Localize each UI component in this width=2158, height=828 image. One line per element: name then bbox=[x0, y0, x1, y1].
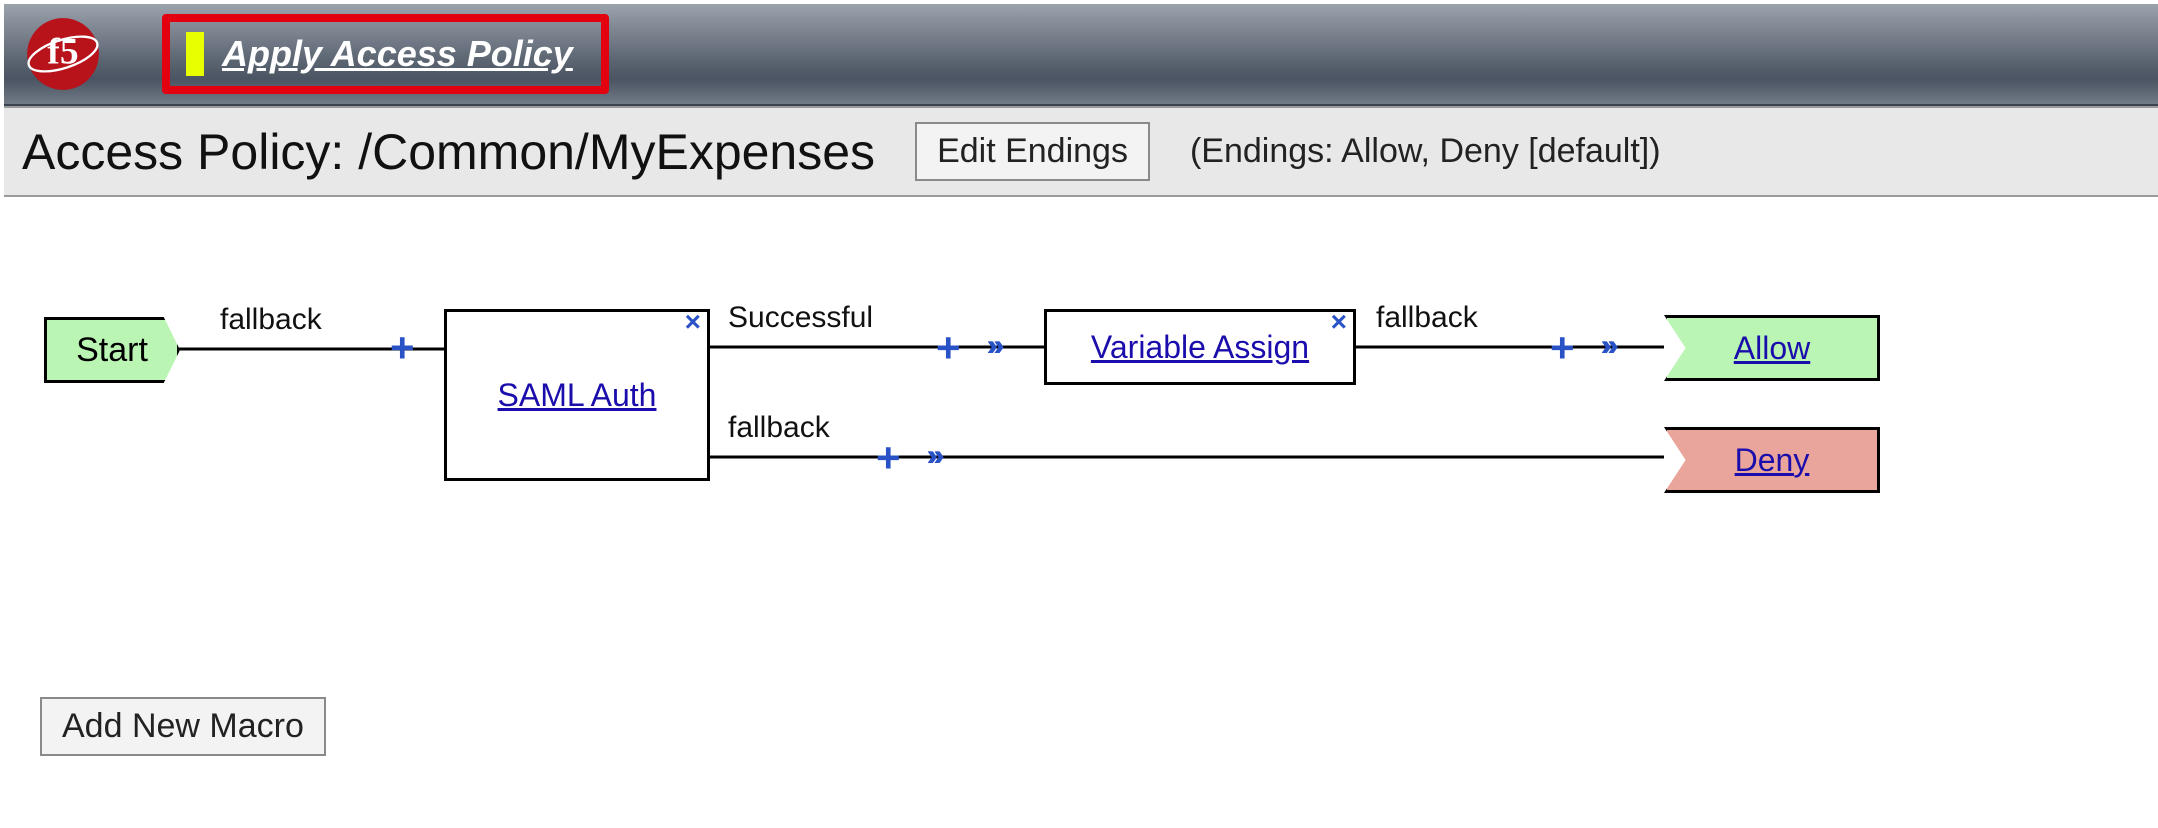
top-banner: f5 Apply Access Policy bbox=[4, 4, 2158, 106]
footer: Add New Macro bbox=[4, 677, 2158, 776]
variable-assign-link[interactable]: Variable Assign bbox=[1091, 329, 1309, 366]
close-icon[interactable]: × bbox=[1331, 308, 1347, 336]
endings-note: (Endings: Allow, Deny [default]) bbox=[1190, 132, 1661, 171]
start-label: Start bbox=[76, 331, 148, 370]
add-action-icon[interactable]: + bbox=[1550, 327, 1575, 369]
apply-access-policy-highlight: Apply Access Policy bbox=[162, 14, 609, 94]
saml-auth-node: × SAML Auth bbox=[444, 309, 710, 481]
ending-allow-node: Allow bbox=[1664, 315, 1880, 381]
edge-label-start-fallback: fallback bbox=[220, 303, 322, 337]
add-action-icon[interactable]: + bbox=[390, 327, 415, 369]
policy-canvas: Start fallback + × SAML Auth Successful … bbox=[4, 197, 2158, 677]
apply-access-policy-link[interactable]: Apply Access Policy bbox=[222, 33, 573, 75]
ending-deny-node: Deny bbox=[1664, 427, 1880, 493]
edge-label-saml-successful: Successful bbox=[728, 301, 873, 335]
close-icon[interactable]: × bbox=[685, 308, 701, 336]
ending-allow-link[interactable]: Allow bbox=[1734, 330, 1810, 367]
edit-endings-button[interactable]: Edit Endings bbox=[915, 122, 1150, 181]
add-new-macro-button[interactable]: Add New Macro bbox=[40, 697, 326, 756]
edge-label-var-fallback: fallback bbox=[1376, 301, 1478, 335]
yellow-marker-icon bbox=[186, 32, 204, 76]
add-action-icon[interactable]: + bbox=[876, 437, 901, 479]
add-action-icon[interactable]: + bbox=[936, 327, 961, 369]
page-title: Access Policy: /Common/MyExpenses bbox=[22, 123, 875, 181]
ending-deny-link[interactable]: Deny bbox=[1735, 442, 1810, 479]
saml-auth-link[interactable]: SAML Auth bbox=[498, 377, 657, 414]
policy-start-node: Start bbox=[44, 317, 180, 383]
f5-logo-icon: f5 bbox=[24, 15, 102, 93]
edge-label-saml-fallback: fallback bbox=[728, 411, 830, 445]
variable-assign-node: × Variable Assign bbox=[1044, 309, 1356, 385]
policy-header: Access Policy: /Common/MyExpenses Edit E… bbox=[4, 106, 2158, 197]
svg-text:f5: f5 bbox=[47, 31, 78, 72]
